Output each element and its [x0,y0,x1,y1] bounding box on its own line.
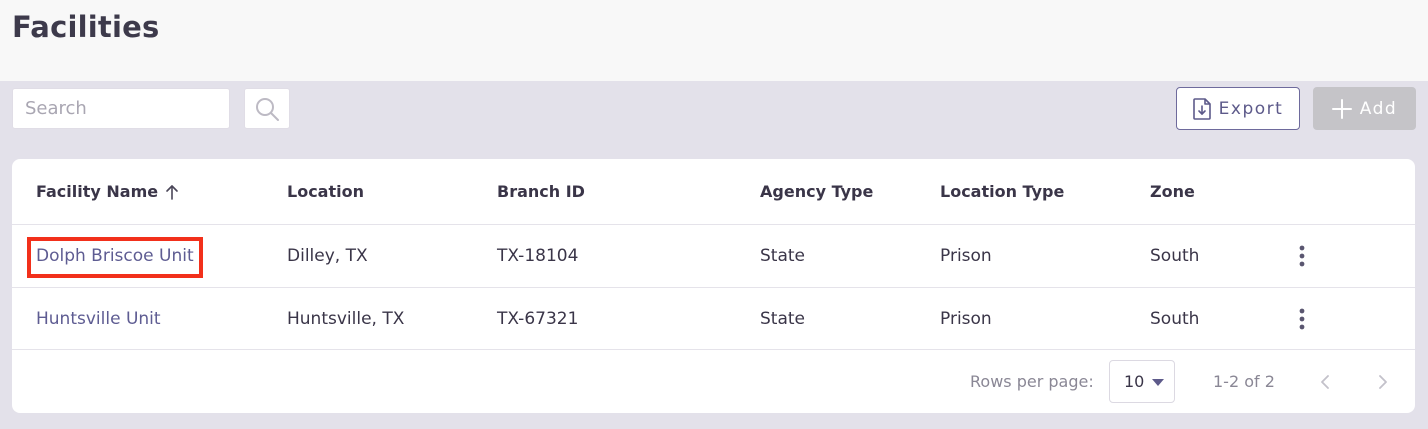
table-pagination: Rows per page: 10 1-2 of 2 [12,350,1415,413]
page-header: Facilities [0,0,1428,81]
table-header-row: Facility Name Location Branch ID Agency … [12,159,1415,225]
column-header-facility-name[interactable]: Facility Name [36,159,179,224]
more-vertical-icon [1299,245,1305,267]
row-menu-button[interactable] [1292,225,1312,287]
export-button-label: Export [1218,98,1284,119]
file-download-icon [1192,97,1211,120]
export-button[interactable]: Export [1176,87,1300,130]
table-row: Dolph Briscoe Unit Dilley, TX TX-18104 S… [12,225,1415,288]
branch-id-cell: TX-67321 [497,308,579,329]
chevron-right-icon [1379,375,1387,389]
rows-per-page-select[interactable]: 10 [1109,360,1175,403]
facilities-table: Facility Name Location Branch ID Agency … [12,159,1415,413]
search-icon [256,97,279,121]
more-vertical-icon [1299,308,1305,329]
facility-name-link[interactable]: Huntsville Unit [36,288,161,349]
caret-down-icon [1152,379,1164,386]
page-title: Facilities [12,10,160,44]
search-input[interactable] [12,88,230,129]
agency-type-cell: State [760,246,805,266]
column-header-zone[interactable]: Zone [1150,159,1195,224]
zone-cell: South [1150,246,1200,266]
column-header-label: Facility Name [36,182,159,201]
location-cell: Huntsville, TX [287,308,405,329]
add-button-label: Add [1359,98,1398,119]
zone-cell: South [1150,308,1200,329]
location-cell: Dilley, TX [287,246,368,266]
location-type-cell: Prison [940,308,992,329]
column-header-branch-id[interactable]: Branch ID [497,159,585,224]
location-type-cell: Prison [940,246,992,266]
column-header-agency-type[interactable]: Agency Type [760,159,873,224]
branch-id-cell: TX-18104 [497,246,579,266]
column-header-location[interactable]: Location [287,159,364,224]
facility-name-link[interactable]: Dolph Briscoe Unit [36,225,194,287]
add-button[interactable]: Add [1313,87,1416,130]
rows-per-page-label: Rows per page: [970,372,1094,391]
column-header-location-type[interactable]: Location Type [940,159,1064,224]
previous-page-button[interactable] [1313,370,1337,394]
arrow-up-icon [165,184,179,200]
agency-type-cell: State [760,308,805,329]
chevron-left-icon [1321,375,1329,389]
row-menu-button[interactable] [1292,288,1312,349]
search-button[interactable] [244,88,290,129]
next-page-button[interactable] [1371,370,1395,394]
pagination-range: 1-2 of 2 [1213,372,1275,391]
table-row: Huntsville Unit Huntsville, TX TX-67321 … [12,288,1415,350]
rows-per-page-value: 10 [1124,372,1145,391]
plus-icon [1331,98,1352,119]
